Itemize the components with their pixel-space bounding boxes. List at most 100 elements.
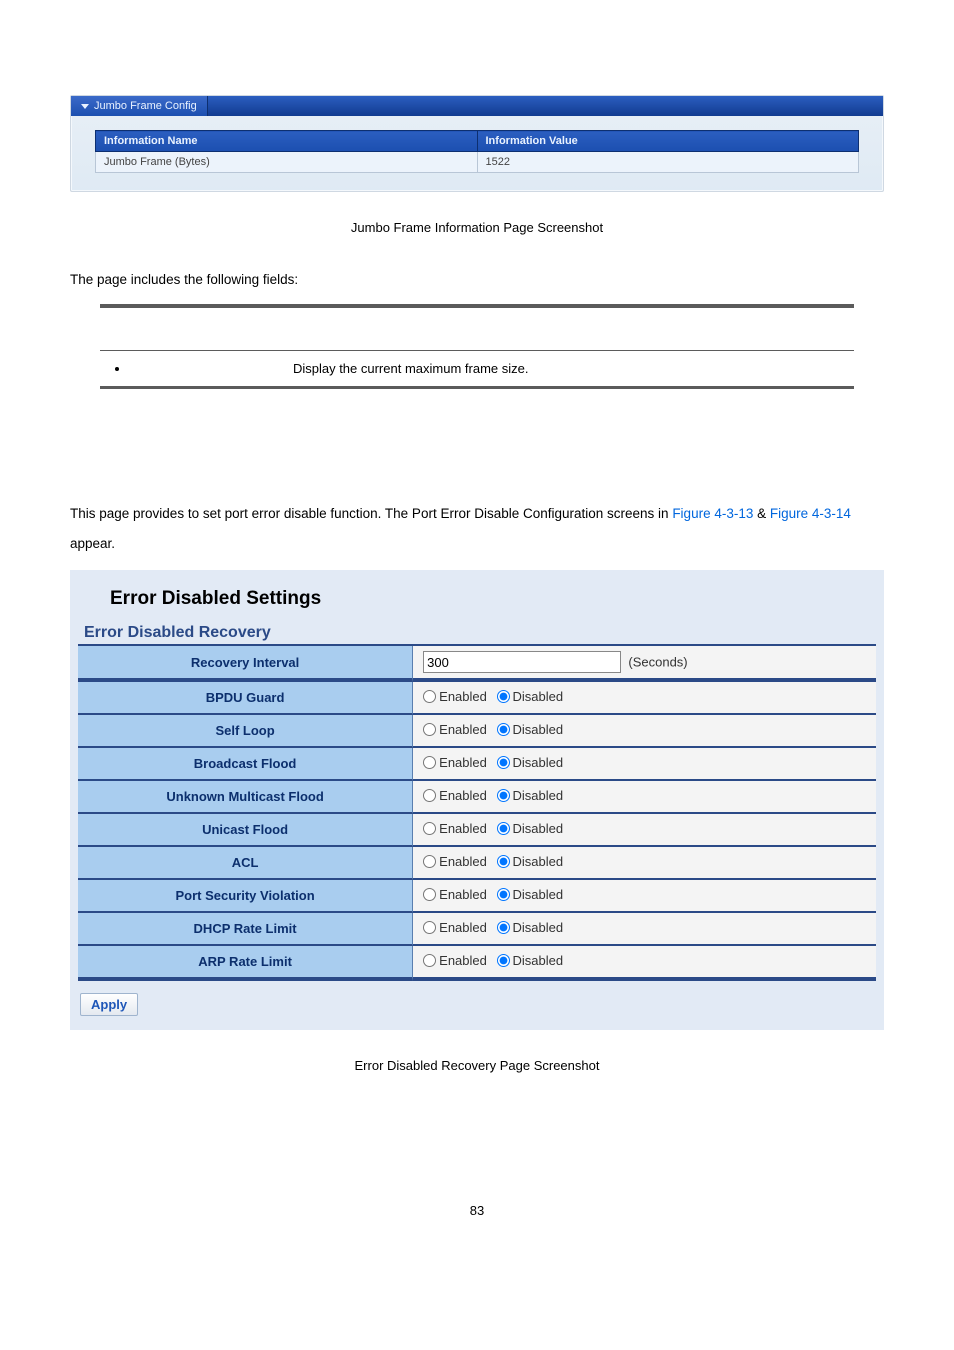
disabled-label: Disabled — [513, 887, 564, 902]
disabled-radio[interactable] — [497, 888, 510, 901]
disabled-radio[interactable] — [497, 822, 510, 835]
table-row: Self LoopEnabled Disabled — [78, 715, 876, 748]
disabled-option[interactable]: Disabled — [497, 920, 564, 935]
row-value-cell: Enabled Disabled — [413, 715, 876, 748]
row-value-cell: Enabled Disabled — [413, 814, 876, 847]
enabled-option[interactable]: Enabled — [423, 689, 487, 704]
row-value-cell: Enabled Disabled — [413, 946, 876, 981]
error-disabled-title: Error Disabled Settings — [70, 570, 884, 620]
caption-error-disabled-recovery: Error Disabled Recovery Page Screenshot — [70, 1058, 884, 1073]
disabled-label: Disabled — [513, 920, 564, 935]
recovery-interval-cell: (Seconds) — [413, 646, 876, 682]
row-label: Port Security Violation — [78, 880, 413, 913]
enabled-radio[interactable] — [423, 888, 436, 901]
fields-table-wrap: Display the current maximum frame size. — [100, 304, 854, 389]
row-value-cell: Enabled Disabled — [413, 847, 876, 880]
link-figure-4-3-13[interactable]: Figure 4-3-13 — [672, 506, 753, 521]
table-row: Unknown Multicast Flood Enabled Disabled — [78, 781, 876, 814]
disabled-radio[interactable] — [497, 855, 510, 868]
enabled-option[interactable]: Enabled — [423, 788, 487, 803]
disabled-option[interactable]: Disabled — [497, 821, 564, 836]
caption-jumbo-frame: Jumbo Frame Information Page Screenshot — [70, 220, 884, 235]
jumbo-frame-bytes-label: Jumbo Frame (Bytes) — [96, 152, 478, 173]
disabled-label: Disabled — [513, 689, 564, 704]
disabled-option[interactable]: Disabled — [497, 722, 564, 737]
jumbo-frame-bytes-value: 1522 — [477, 152, 859, 173]
recovery-interval-input[interactable] — [423, 651, 621, 673]
enabled-radio[interactable] — [423, 756, 436, 769]
panel-tab-row: Jumbo Frame Config — [71, 96, 883, 116]
fields-header-right — [281, 307, 854, 350]
row-label: ARP Rate Limit — [78, 946, 413, 981]
row-label: BPDU Guard — [78, 682, 413, 715]
para-text-1: This page provides to set port error dis… — [70, 506, 672, 521]
enabled-radio[interactable] — [423, 723, 436, 736]
enabled-option[interactable]: Enabled — [423, 953, 487, 968]
disabled-label: Disabled — [513, 722, 564, 737]
enabled-label: Enabled — [439, 854, 487, 869]
enabled-radio[interactable] — [423, 921, 436, 934]
enabled-label: Enabled — [439, 887, 487, 902]
disabled-option[interactable]: Disabled — [497, 755, 564, 770]
disabled-radio[interactable] — [497, 921, 510, 934]
enabled-label: Enabled — [439, 689, 487, 704]
error-disabled-recovery-table: Recovery Interval (Seconds) BPDU GuardEn… — [78, 646, 876, 981]
enabled-label: Enabled — [439, 722, 487, 737]
seconds-label: (Seconds) — [628, 655, 687, 670]
tab-label: Jumbo Frame Config — [94, 100, 197, 112]
disabled-label: Disabled — [513, 755, 564, 770]
enabled-radio[interactable] — [423, 855, 436, 868]
disabled-radio[interactable] — [497, 789, 510, 802]
jumbo-frame-config-tab[interactable]: Jumbo Frame Config — [71, 96, 208, 116]
disabled-label: Disabled — [513, 788, 564, 803]
row-label: Unicast Flood — [78, 814, 413, 847]
table-row: BPDU Guard Enabled Disabled — [78, 682, 876, 715]
disabled-radio[interactable] — [497, 723, 510, 736]
enabled-option[interactable]: Enabled — [423, 722, 487, 737]
jumbo-frame-info-table: Information Name Information Value Jumbo… — [95, 130, 859, 173]
disabled-option[interactable]: Disabled — [497, 788, 564, 803]
enabled-label: Enabled — [439, 953, 487, 968]
enabled-radio[interactable] — [423, 954, 436, 967]
fields-header-left — [100, 307, 281, 350]
enabled-option[interactable]: Enabled — [423, 854, 487, 869]
table-row: Port Security Violation Enabled Disabled — [78, 880, 876, 913]
fields-bullet-cell — [100, 350, 281, 386]
link-figure-4-3-14[interactable]: Figure 4-3-14 — [770, 506, 851, 521]
apply-button[interactable]: Apply — [80, 993, 138, 1016]
table-row: Unicast FloodEnabled Disabled — [78, 814, 876, 847]
disabled-label: Disabled — [513, 821, 564, 836]
recovery-interval-label: Recovery Interval — [78, 646, 413, 682]
enabled-option[interactable]: Enabled — [423, 755, 487, 770]
row-label: ACL — [78, 847, 413, 880]
disabled-radio[interactable] — [497, 954, 510, 967]
row-label: DHCP Rate Limit — [78, 913, 413, 946]
table-row: ARP Rate LimitEnabled Disabled — [78, 946, 876, 981]
table-row: ACLEnabled Disabled — [78, 847, 876, 880]
disabled-radio[interactable] — [497, 690, 510, 703]
chevron-down-icon — [81, 104, 89, 109]
bullet-icon — [130, 361, 269, 376]
enabled-option[interactable]: Enabled — [423, 920, 487, 935]
port-error-disable-paragraph: This page provides to set port error dis… — [70, 499, 884, 558]
enabled-radio[interactable] — [423, 789, 436, 802]
enabled-option[interactable]: Enabled — [423, 821, 487, 836]
enabled-option[interactable]: Enabled — [423, 887, 487, 902]
disabled-radio[interactable] — [497, 756, 510, 769]
para-text-3: appear. — [70, 536, 115, 551]
disabled-option[interactable]: Disabled — [497, 689, 564, 704]
row-label: Unknown Multicast Flood — [78, 781, 413, 814]
error-disabled-subtitle: Error Disabled Recovery — [78, 620, 876, 646]
enabled-label: Enabled — [439, 920, 487, 935]
col-information-value: Information Value — [477, 131, 859, 152]
enabled-radio[interactable] — [423, 822, 436, 835]
disabled-option[interactable]: Disabled — [497, 854, 564, 869]
enabled-label: Enabled — [439, 788, 487, 803]
enabled-radio[interactable] — [423, 690, 436, 703]
enabled-label: Enabled — [439, 821, 487, 836]
row-value-cell: Enabled Disabled — [413, 913, 876, 946]
disabled-option[interactable]: Disabled — [497, 887, 564, 902]
disabled-option[interactable]: Disabled — [497, 953, 564, 968]
intro-fields-text: The page includes the following fields: — [70, 271, 884, 290]
error-disabled-panel: Error Disabled Settings Error Disabled R… — [70, 570, 884, 1030]
